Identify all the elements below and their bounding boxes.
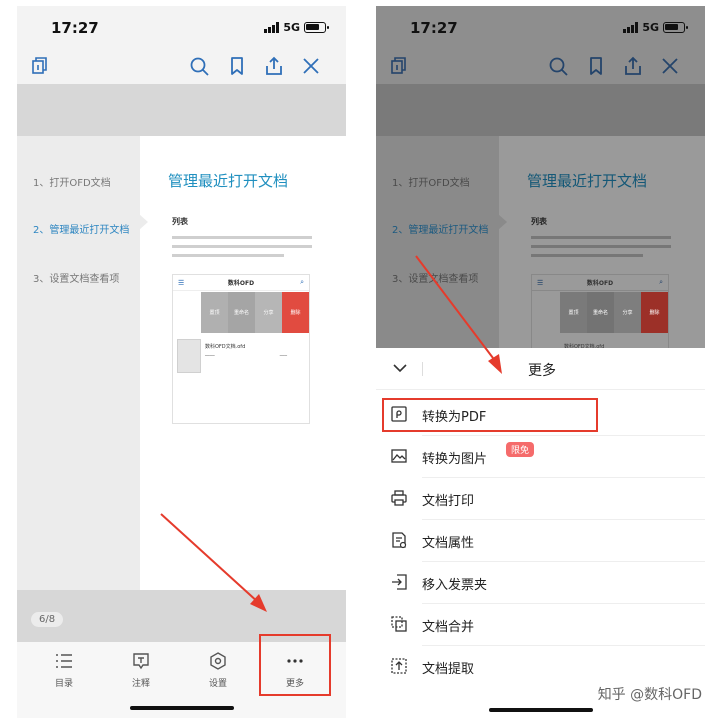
annotation-arrow bbox=[160, 513, 267, 612]
watermark: 知乎 @数科OFD bbox=[597, 687, 702, 703]
left-phone-screen: 17:27 5G 1、打开OFD文档 2、管理最近打开文档 3、设置文档查看项 … bbox=[17, 6, 346, 718]
right-phone-screen: 17:27 5G 1、打开OFD文档 2、管理最近打开文档 3、设置文档查看项 … bbox=[376, 6, 705, 718]
annotation-arrow bbox=[415, 255, 502, 374]
